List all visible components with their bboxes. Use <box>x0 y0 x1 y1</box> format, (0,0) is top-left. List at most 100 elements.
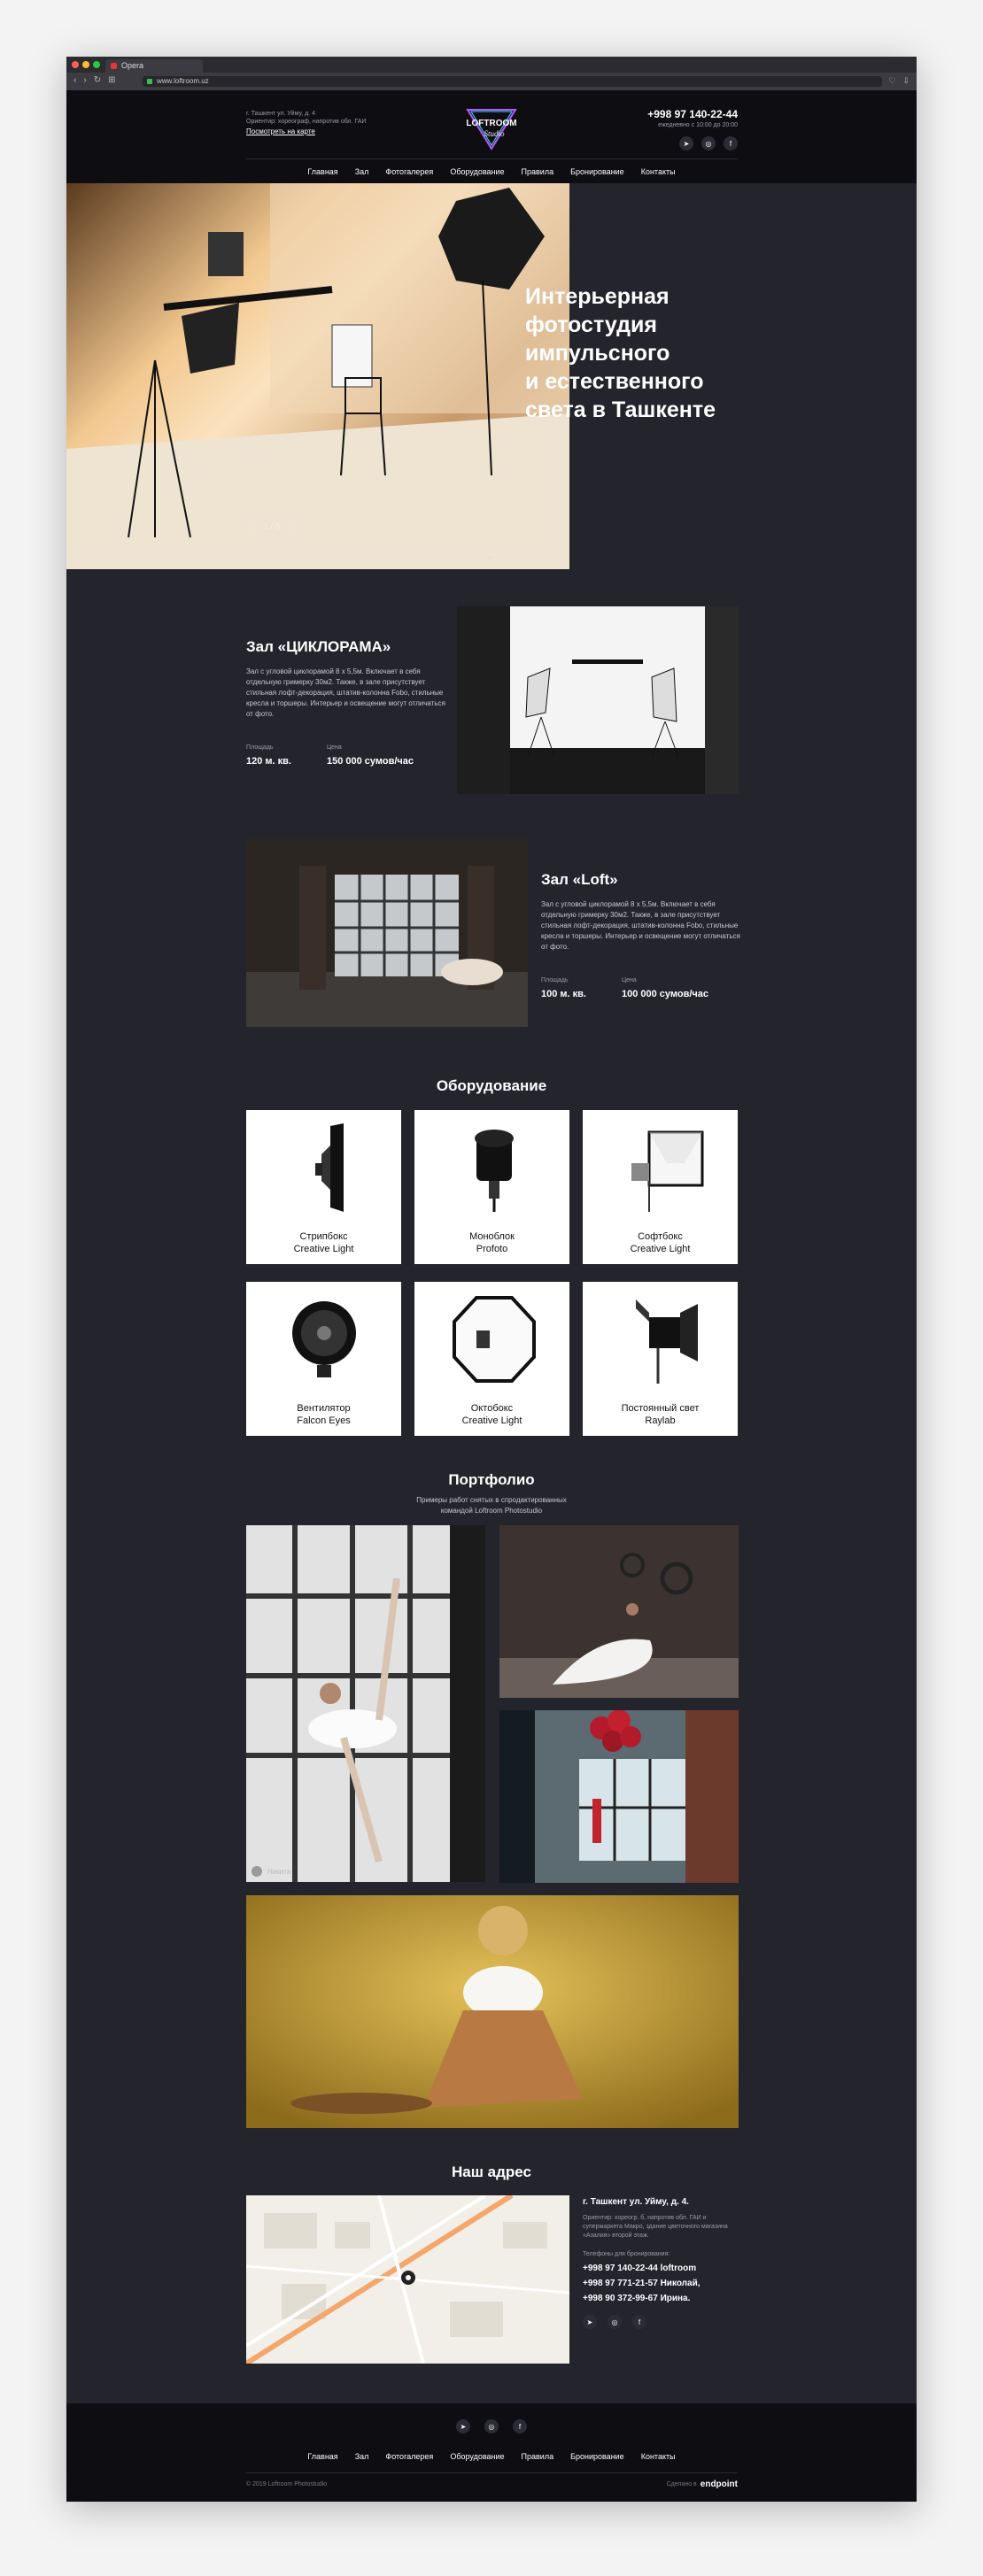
price-value: 100 000 сумов/час <box>621 989 709 999</box>
portfolio-photo-balloons[interactable] <box>499 1710 739 1883</box>
slider-prev-icon[interactable]: ← <box>245 522 254 532</box>
download-icon[interactable]: ⇩ <box>902 76 909 86</box>
equipment-name: Софтбокс <box>638 1231 683 1242</box>
hall-cyclorama-image[interactable] <box>457 606 739 794</box>
site-footer: ➤ ◎ f Главная Зал Фотогалерея Оборудован… <box>66 2403 917 2502</box>
map[interactable] <box>246 2195 569 2364</box>
equipment-brand: Raylab <box>645 1415 676 1426</box>
equipment-card[interactable]: Постоянный свет Raylab <box>583 1282 738 1436</box>
equipment-card[interactable]: Октобокс Creative Light <box>414 1282 569 1436</box>
telegram-icon[interactable]: ➤ <box>679 136 693 150</box>
header-contacts: +998 97 140-22-44 ежедневно с 10:00 до 2… <box>647 108 738 150</box>
equipment-brand: Profoto <box>476 1244 508 1254</box>
menu-item-equipment[interactable]: Оборудование <box>450 2452 504 2461</box>
portfolio-photo-ballerina[interactable]: Никита <box>246 1525 485 1882</box>
instagram-icon[interactable]: ◎ <box>608 2315 622 2329</box>
minimize-window-icon[interactable] <box>82 61 89 68</box>
address-line2: Ориентир: хореограф, напротив обл. ГАИ <box>246 119 367 125</box>
equipment-card[interactable]: Моноблок Profoto <box>414 1110 569 1264</box>
phones-label: Телефоны для бронирования: <box>583 2251 670 2257</box>
facebook-icon[interactable]: f <box>724 136 738 150</box>
equipment-brand: Creative Light <box>630 1244 691 1254</box>
speed-dial-icon[interactable]: ⊞ <box>108 75 115 85</box>
address-title: Наш адрес <box>452 2163 531 2180</box>
hall-cyclorama: Зал «ЦИКЛОРАМА» Зал с угловой циклорамой… <box>246 606 739 794</box>
menu-item-booking[interactable]: Бронирование <box>570 2452 624 2461</box>
hero-section: Интерьерная фотостудия импульсного и ест… <box>66 183 917 569</box>
tab-title: Opera <box>121 61 144 70</box>
menu-item-gallery[interactable]: Фотогалерея <box>385 2452 433 2461</box>
facebook-icon[interactable]: f <box>513 2419 527 2433</box>
working-hours: ежедневно с 10:00 до 20:00 <box>658 122 738 128</box>
phone-2[interactable]: +998 97 771-21-57 Николай, <box>583 2276 738 2291</box>
equipment-grid: Стрипбокс Creative Light Моноблок Profoto … <box>246 1110 739 1436</box>
logo[interactable]: LOFTROOM Studio <box>462 103 521 152</box>
address-city: г. Ташкент ул. Уйму, д. 4. <box>583 2197 689 2207</box>
menu-item-contacts[interactable]: Контакты <box>641 2452 676 2461</box>
window-controls <box>72 61 100 68</box>
hall-loft-image[interactable] <box>246 839 528 1027</box>
stripbox-icon <box>315 1123 344 1212</box>
softbox-icon <box>631 1130 704 1212</box>
slider-controls: ← 1 / 5 → <box>245 522 298 532</box>
menu-item-contacts[interactable]: Контакты <box>641 167 676 176</box>
scroll-down-icon[interactable]: ⌄ <box>484 548 495 563</box>
menu-item-hall[interactable]: Зал <box>355 167 369 176</box>
maximize-window-icon[interactable] <box>93 61 100 68</box>
telegram-icon[interactable]: ➤ <box>583 2315 597 2329</box>
equipment-brand: Falcon Eyes <box>297 1415 351 1426</box>
menu-item-equipment[interactable]: Оборудование <box>450 167 504 176</box>
logo-icon: LOFTROOM Studio <box>466 109 517 150</box>
close-window-icon[interactable] <box>72 61 79 68</box>
tab-favicon-icon <box>111 63 117 69</box>
portfolio-photo-dress[interactable] <box>499 1525 739 1698</box>
forward-icon[interactable]: › <box>83 75 86 85</box>
instagram-icon[interactable]: ◎ <box>484 2419 499 2433</box>
browser-window: Opera ‹ › ↻ ⊞ www.loftroom.uz ♡ ⇩ г. Таш… <box>66 57 917 2502</box>
hero-title: Интерьерная фотостудия импульсного и ест… <box>525 282 755 424</box>
hero-title-line5: света в Ташкенте <box>525 397 716 422</box>
developer-label: Сделано в <box>666 2481 697 2487</box>
secure-lock-icon <box>147 79 152 84</box>
menu-item-rules[interactable]: Правила <box>522 2452 554 2461</box>
menu-item-home[interactable]: Главная <box>307 167 337 176</box>
browser-tab[interactable]: Opera <box>105 59 203 73</box>
hero-title-line3: импульсного <box>525 341 670 366</box>
phone-3[interactable]: +998 90 372-99-67 Ирина. <box>583 2291 738 2306</box>
menu-item-booking[interactable]: Бронирование <box>570 167 624 176</box>
back-icon[interactable]: ‹ <box>74 75 76 85</box>
main-menu: Главная Зал Фотогалерея Оборудование Пра… <box>66 167 917 176</box>
menu-item-gallery[interactable]: Фотогалерея <box>385 167 433 176</box>
photo-author: Никита <box>267 1867 291 1876</box>
equipment-brand: Creative Light <box>461 1415 522 1426</box>
hero-slide-image <box>66 183 569 569</box>
slider-next-icon[interactable]: → <box>289 522 298 532</box>
equipment-card[interactable]: Стрипбокс Creative Light <box>246 1110 401 1264</box>
telegram-icon[interactable]: ➤ <box>456 2419 470 2433</box>
footer-divider <box>246 2472 738 2473</box>
menu-item-hall[interactable]: Зал <box>355 2452 369 2461</box>
address-landmark: Ориентир: хореогр. б, напротив обл. ГАИ … <box>583 2215 728 2239</box>
instagram-icon[interactable]: ◎ <box>701 136 716 150</box>
reload-icon[interactable]: ↻ <box>94 75 101 85</box>
equipment-card[interactable]: Софтбокс Creative Light <box>583 1110 738 1264</box>
address-bar[interactable]: www.loftroom.uz <box>143 76 882 87</box>
fan-icon <box>292 1301 356 1377</box>
developer-credit[interactable]: Сделано в endpoint <box>667 2480 738 2489</box>
portfolio-photo-model[interactable] <box>246 1895 739 2128</box>
heart-icon[interactable]: ♡ <box>888 76 895 86</box>
equipment-title: Оборудование <box>436 1077 547 1094</box>
facebook-icon[interactable]: f <box>632 2315 646 2329</box>
phone-1[interactable]: +998 97 140-22-44 loftroom <box>583 2261 738 2276</box>
menu-item-rules[interactable]: Правила <box>522 167 554 176</box>
menu-item-home[interactable]: Главная <box>307 2452 337 2461</box>
browser-tabbar: Opera <box>66 57 917 73</box>
area-value: 100 м. кв. <box>541 989 586 999</box>
hall-description: Зал с угловой циклорамой 8 x 5,5м. Включ… <box>541 900 740 951</box>
header-divider <box>246 158 738 159</box>
constant-light-icon <box>636 1300 698 1384</box>
header-phone[interactable]: +998 97 140-22-44 <box>647 108 738 120</box>
equipment-name: Стрипбокс <box>299 1231 348 1242</box>
equipment-card[interactable]: Вентилятор Falcon Eyes <box>246 1282 401 1436</box>
map-link[interactable]: Посмотреть на карте <box>246 127 397 135</box>
